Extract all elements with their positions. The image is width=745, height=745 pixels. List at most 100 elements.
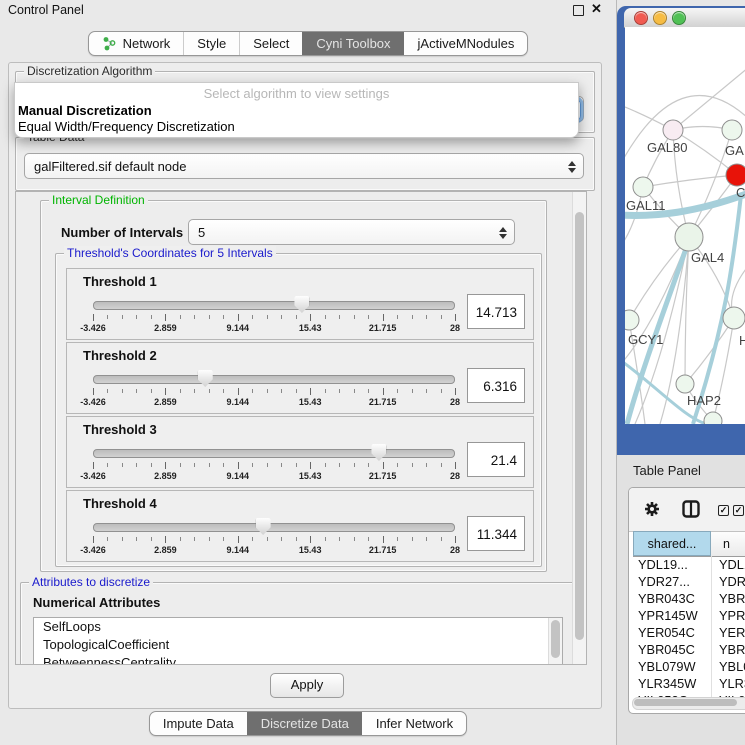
tab-impute-data[interactable]: Impute Data — [150, 712, 247, 735]
tab-style[interactable]: Style — [183, 32, 239, 55]
table-row[interactable]: YDL19...YDL1 — [633, 556, 745, 573]
slider-thumb[interactable] — [198, 370, 213, 387]
network-node-label: GAL80 — [647, 140, 687, 155]
checkbox-icon[interactable]: ✓ — [733, 505, 744, 516]
tab-network[interactable]: Network — [89, 32, 184, 55]
tick-mark — [397, 463, 398, 467]
tick-mark — [339, 537, 340, 541]
gear-icon[interactable] — [644, 501, 660, 522]
table-row[interactable]: YBR043CYBR0 — [633, 590, 745, 607]
tab-discretize-data[interactable]: Discretize Data — [247, 712, 362, 735]
threshold-value-field[interactable]: 11.344 — [467, 516, 525, 551]
minimize-traffic-light-icon[interactable] — [653, 11, 667, 25]
network-node-gal80[interactable] — [663, 120, 683, 140]
tick-mark — [151, 389, 152, 393]
table-data-combobox[interactable]: galFiltered.sif default node — [24, 153, 584, 179]
column-header-shared-name[interactable]: shared... — [633, 531, 711, 556]
tick-mark — [325, 463, 326, 467]
number-of-intervals-value: 5 — [198, 225, 205, 240]
network-node-hap2[interactable] — [676, 375, 694, 393]
table-row[interactable]: YDR27...YDR2 — [633, 573, 745, 590]
tick-mark — [368, 537, 369, 541]
zoom-traffic-light-icon[interactable] — [672, 11, 686, 25]
column-header-name[interactable]: n — [711, 531, 745, 556]
settings-scrollbar-thumb[interactable] — [575, 212, 584, 640]
slider-track — [93, 301, 455, 310]
network-node-c[interactable] — [726, 164, 745, 186]
table-row[interactable]: YER054CYER0 — [633, 624, 745, 641]
tab-label: Select — [253, 36, 289, 51]
tick-mark — [281, 315, 282, 319]
list-item[interactable]: TopologicalCoefficient — [34, 636, 562, 654]
columns-icon[interactable] — [682, 500, 700, 523]
tab-infer-network[interactable]: Infer Network — [362, 712, 466, 735]
table-row[interactable]: YBR045CYBR0 — [633, 641, 745, 658]
tick-mark — [325, 537, 326, 541]
threshold-slider[interactable]: -3.4262.8599.14415.4321.71528 — [93, 515, 455, 557]
tick-mark — [310, 536, 311, 543]
table-horizontal-scrollbar-thumb[interactable] — [634, 699, 737, 706]
settings-scrollbar[interactable] — [572, 192, 586, 664]
thresholds-group: Threshold's Coordinates for 5 Intervals … — [55, 253, 542, 567]
tick-mark — [194, 463, 195, 467]
threshold-value-field[interactable]: 6.316 — [467, 368, 525, 403]
tick-label: 15.43 — [299, 545, 322, 555]
tick-label: 28 — [450, 397, 460, 407]
tick-mark — [136, 389, 137, 393]
threshold-slider[interactable]: -3.4262.8599.14415.4321.71528 — [93, 293, 455, 335]
network-edge[interactable] — [643, 175, 737, 187]
table-row[interactable]: YPR145WYPR1 — [633, 607, 745, 624]
tick-label: 15.43 — [299, 397, 322, 407]
apply-button[interactable]: Apply — [270, 673, 344, 698]
tick-mark — [412, 463, 413, 467]
network-node-ga[interactable] — [722, 120, 742, 140]
tick-mark — [397, 537, 398, 541]
table-row[interactable]: YBL079WYBL0 — [633, 658, 745, 675]
network-node-gal11[interactable] — [633, 177, 653, 197]
network-canvas[interactable]: GAL80GACGAL11GAL4GCY1HHAP2 — [625, 27, 745, 424]
close-traffic-light-icon[interactable] — [634, 11, 648, 25]
number-of-intervals-combobox[interactable]: 5 — [188, 219, 515, 245]
threshold-label: Threshold 3 — [83, 422, 157, 437]
algorithm-option-equal-width-frequency[interactable]: Equal Width/Frequency Discretization — [18, 119, 575, 134]
slider-thumb[interactable] — [294, 296, 309, 313]
slider-track — [93, 449, 455, 458]
table-row[interactable]: YLR345WYLR3 — [633, 675, 745, 692]
tick-mark — [194, 315, 195, 319]
tick-mark — [107, 389, 108, 393]
tick-mark — [252, 463, 253, 467]
network-icon — [102, 36, 117, 51]
tick-mark — [136, 315, 137, 319]
list-item[interactable]: BetweennessCentrality — [34, 654, 562, 665]
attributes-list-scrollbar-thumb[interactable] — [551, 620, 560, 658]
threshold-value-field[interactable]: 21.4 — [467, 442, 525, 477]
tab-jactivemnodules[interactable]: jActiveMNodules — [404, 32, 528, 55]
tick-mark — [180, 537, 181, 541]
threshold-value-field[interactable]: 14.713 — [467, 294, 525, 329]
table-horizontal-scrollbar[interactable] — [632, 697, 745, 710]
tick-label: 2.859 — [154, 323, 177, 333]
checkbox-icon[interactable]: ✓ — [718, 505, 729, 516]
float-window-icon[interactable] — [573, 5, 584, 16]
tick-mark — [354, 315, 355, 319]
numerical-attributes-list[interactable]: SelfLoopsTopologicalCoefficientBetweenne… — [33, 617, 563, 665]
attributes-list-scrollbar[interactable] — [548, 618, 562, 665]
threshold-label: Threshold 4 — [83, 496, 157, 511]
tab-cyni-toolbox[interactable]: Cyni Toolbox — [302, 32, 403, 55]
tick-mark — [354, 389, 355, 393]
network-node-gcy1[interactable] — [625, 310, 639, 330]
threshold-slider[interactable]: -3.4262.8599.14415.4321.71528 — [93, 441, 455, 483]
list-item[interactable]: SelfLoops — [34, 618, 562, 636]
attributes-group-title: Attributes to discretize — [29, 575, 153, 589]
tab-select[interactable]: Select — [239, 32, 302, 55]
thresholds-group-title: Threshold's Coordinates for 5 Intervals — [64, 246, 276, 260]
algorithm-option-manual-discretization[interactable]: Manual Discretization — [18, 103, 575, 118]
tick-mark — [267, 463, 268, 467]
slider-thumb[interactable] — [371, 444, 386, 461]
network-window-titlebar[interactable] — [624, 8, 745, 28]
close-icon[interactable]: ✕ — [591, 1, 602, 17]
threshold-slider[interactable]: -3.4262.8599.14415.4321.71528 — [93, 367, 455, 409]
network-node-gal4[interactable] — [675, 223, 703, 251]
network-node-h[interactable] — [723, 307, 745, 329]
slider-thumb[interactable] — [256, 518, 271, 535]
